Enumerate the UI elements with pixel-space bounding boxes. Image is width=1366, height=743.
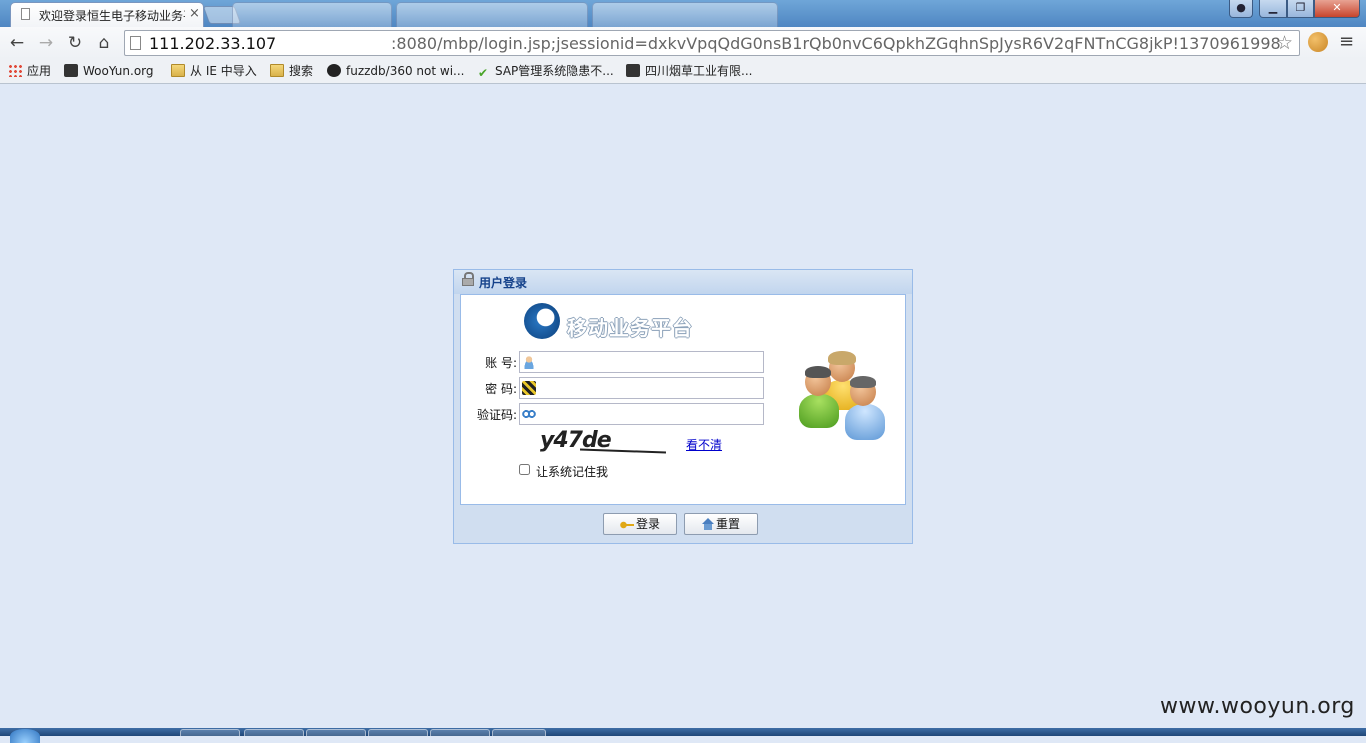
bookmark-label: WooYun.org [83,64,154,78]
check-icon: ✔ [477,66,489,80]
captcha-label: 验证码: [476,408,517,422]
password-icon [522,381,536,395]
login-form: 移动业务平台 账 号: 密 码: 验证码: y47de 看不清 让系统记住我 [460,294,906,505]
platform-logo-icon [524,303,560,339]
minimize-button[interactable]: ▁ [1259,0,1287,18]
bookmark-label: 搜索 [289,64,314,78]
watermark-text: www.wooyun.org [1160,694,1355,719]
reset-icon [701,518,714,530]
github-icon [327,64,341,77]
bookmark-wooyun[interactable]: WooYun.org [64,62,154,80]
bookmarks-bar: 应用 WooYun.org 从 IE 中导入 搜索 fuzzdb/360 not… [0,59,1366,84]
background-tab[interactable] [396,2,588,27]
bookmark-import-ie[interactable]: 从 IE 中导入 [171,62,257,80]
bookmark-label: fuzzdb/360 not wi... [346,64,465,78]
menu-icon[interactable]: ≡ [1339,31,1354,52]
taskbar-app[interactable] [492,729,546,736]
wooyun-icon [64,64,78,77]
key-icon [619,520,634,530]
users-group-icon [793,350,893,445]
taskbar-app[interactable] [430,729,490,736]
account-label: 账 号: [485,356,517,370]
site-icon [626,64,640,77]
remember-me-label: 让系统记住我 [536,465,609,479]
url-host: 111.202.33.107 [149,34,277,53]
url-path: :8080/mbp/login.jsp;jsessionid=dxkvVpqQd… [391,34,1281,53]
apps-grid-icon [8,64,22,77]
page-icon [21,8,30,20]
background-tab[interactable] [592,2,778,27]
taskbar-app[interactable] [368,729,428,736]
address-bar[interactable]: 111.202.33.107 :8080/mbp/login.jsp;jsess… [124,30,1300,56]
login-button-label: 登录 [635,517,660,531]
home-icon[interactable]: ⌂ [93,32,115,54]
account-field[interactable] [519,351,765,374]
folder-icon [171,64,185,77]
bookmark-fuzzdb[interactable]: fuzzdb/360 not wi... [327,62,464,80]
password-input[interactable] [538,378,765,400]
password-field[interactable] [519,377,765,400]
reset-button-label: 重置 [715,517,740,531]
folder-icon [270,64,284,77]
remember-me-checkbox[interactable] [519,464,530,475]
page-icon [130,36,141,50]
user-icon [522,355,536,369]
platform-logo-text: 移动业务平台 [567,316,693,340]
bookmark-label: 从 IE 中导入 [190,64,257,78]
bookmark-search[interactable]: 搜索 [270,62,313,80]
cookie-extension-icon[interactable] [1308,32,1328,52]
browser-titlebar: 欢迎登录恒生电子移动业务平台 × ● ▁ ❐ ✕ [0,0,1366,27]
lock-icon [462,272,474,286]
reload-icon[interactable]: ↻ [64,32,86,54]
reset-button[interactable]: 重置 [684,513,758,535]
captcha-icon [522,407,536,421]
bookmark-star-icon[interactable]: ☆ [1276,32,1293,54]
captcha-input[interactable] [538,404,765,426]
close-window-button[interactable]: ✕ [1314,0,1360,18]
back-icon[interactable]: ← [6,32,28,54]
login-panel-footer: 登录 重置 [454,505,912,543]
maximize-button[interactable]: ❐ [1287,0,1314,18]
tab-title: 欢迎登录恒生电子移动业务平台 [39,9,185,23]
taskbar-app[interactable] [306,729,366,736]
bookmark-apps[interactable]: 应用 [8,62,51,80]
password-label: 密 码: [485,382,517,396]
tab-active[interactable]: 欢迎登录恒生电子移动业务平台 × [10,2,204,27]
bookmark-sap[interactable]: ✔ SAP管理系统隐患不... [476,62,614,80]
bookmark-sichuan[interactable]: 四川烟草工业有限... [626,62,752,80]
refresh-captcha-link[interactable]: 看不清 [686,436,722,453]
captcha-image[interactable]: y47de [540,428,666,458]
taskbar-app[interactable] [180,729,240,736]
tab-close-icon[interactable]: × [189,6,200,21]
bookmark-label: 应用 [27,64,52,78]
login-panel-header: 用户登录 [454,270,912,294]
bookmark-label: SAP管理系统隐患不... [495,64,614,78]
login-button[interactable]: 登录 [603,513,677,535]
background-tab[interactable] [232,2,392,27]
account-input[interactable] [538,352,765,374]
captcha-field[interactable] [519,403,765,426]
bookmark-label: 四川烟草工业有限... [645,64,753,78]
login-panel-title: 用户登录 [479,276,528,290]
forward-icon[interactable]: → [35,32,57,54]
profile-icon[interactable]: ● [1229,0,1253,18]
browser-toolbar: ← → ↻ ⌂ 111.202.33.107 :8080/mbp/login.j… [0,27,1366,59]
taskbar-app[interactable] [244,729,304,736]
start-button[interactable] [10,729,40,743]
login-panel: 用户登录 移动业务平台 账 号: 密 码: 验证码: y47de 看不清 让系统… [453,269,913,544]
